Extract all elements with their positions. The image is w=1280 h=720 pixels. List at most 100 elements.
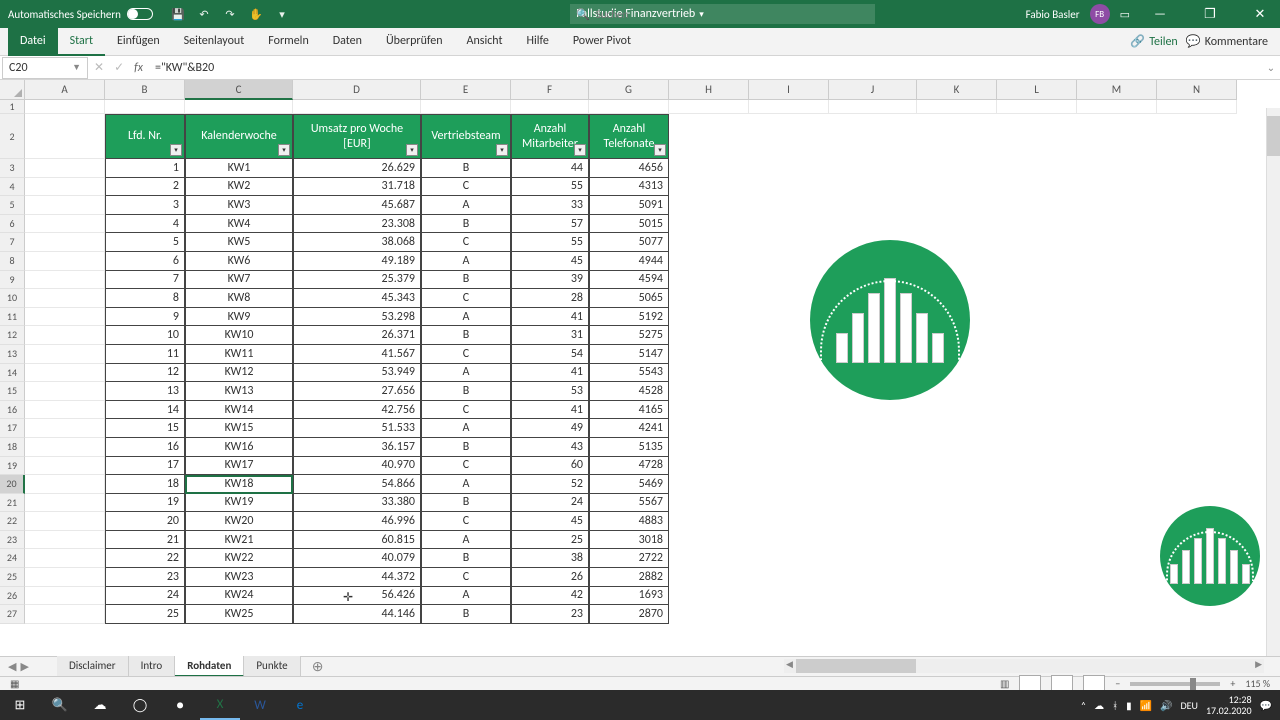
more-icon[interactable]: ▾ [275,7,289,21]
table-cell[interactable]: 28 [511,289,589,308]
table-cell[interactable]: A [421,364,511,383]
table-cell[interactable]: 25 [511,531,589,550]
tab-seitenlayout[interactable]: Seitenlayout [172,28,257,56]
table-cell[interactable]: KW25 [185,605,293,624]
table-cell[interactable]: 26.629 [293,159,421,178]
filter-icon[interactable]: ▾ [278,144,290,156]
table-cell[interactable]: 5543 [589,364,669,383]
ribbon-display-icon[interactable]: ▭ [1120,8,1130,21]
row-header-27[interactable]: 27 [0,605,25,624]
table-cell[interactable]: C [421,568,511,587]
table-cell[interactable]: 51.533 [293,419,421,438]
table-cell[interactable]: KW20 [185,512,293,531]
table-row[interactable]: 18KW1854.866A525469 [25,475,1237,494]
table-cell[interactable]: 56.426 [293,587,421,606]
table-cell[interactable]: 5147 [589,345,669,364]
table-cell[interactable]: KW18 [185,475,293,494]
table-cell[interactable]: 23.308 [293,215,421,234]
table-cell[interactable]: 55 [511,178,589,197]
table-cell[interactable]: A [421,587,511,606]
fx-icon[interactable]: fx [134,61,143,75]
zoom-out-button[interactable]: − [1115,677,1120,690]
filter-icon[interactable]: ▾ [170,144,182,156]
table-cell[interactable]: 5091 [589,196,669,215]
table-cell[interactable]: KW17 [185,457,293,476]
table-cell[interactable]: 53.298 [293,308,421,327]
table-cell[interactable]: 31 [511,326,589,345]
table-cell[interactable]: 2722 [589,549,669,568]
table-row[interactable]: 23KW2344.372C262882 [25,568,1237,587]
row-header-23[interactable]: 23 [0,531,25,550]
row-header-22[interactable]: 22 [0,512,25,531]
table-cell[interactable]: 2882 [589,568,669,587]
table-cell[interactable]: 42.756 [293,401,421,420]
table-cell[interactable]: A [421,475,511,494]
table-cell[interactable]: KW7 [185,271,293,290]
col-header-H[interactable]: H [669,80,749,100]
table-cell[interactable]: 43 [511,438,589,457]
table-cell[interactable]: 23 [105,568,185,587]
table-cell[interactable]: 24 [511,494,589,513]
table-cell[interactable]: KW19 [185,494,293,513]
maximize-button[interactable]: ❐ [1190,0,1230,28]
table-cell[interactable]: 2 [105,178,185,197]
table-cell[interactable]: KW5 [185,233,293,252]
table-cell[interactable]: C [421,178,511,197]
table-cell[interactable]: 8 [105,289,185,308]
table-cell[interactable]: KW10 [185,326,293,345]
table-cell[interactable]: B [421,494,511,513]
table-cell[interactable]: 6 [105,252,185,271]
table-cell[interactable]: KW23 [185,568,293,587]
table-row[interactable]: 21KW2160.815A253018 [25,531,1237,550]
row-header-21[interactable]: 21 [0,494,25,513]
bluetooth-icon[interactable]: ᚼ [1112,699,1118,712]
sheet-tab-intro[interactable]: Intro [129,656,176,677]
table-cell[interactable]: B [421,382,511,401]
table-cell[interactable]: 38.068 [293,233,421,252]
table-cell[interactable]: 7 [105,271,185,290]
notifications-icon[interactable]: 💬 [1260,699,1272,712]
table-cell[interactable]: 24 [105,587,185,606]
table-cell[interactable]: A [421,252,511,271]
col-header-I[interactable]: I [749,80,829,100]
table-cell[interactable]: 17 [105,457,185,476]
table-cell[interactable]: 5015 [589,215,669,234]
col-header-A[interactable]: A [25,80,105,100]
redo-icon[interactable]: ↷ [223,7,237,21]
edge-taskbar-icon[interactable]: e [280,690,320,720]
table-row[interactable]: 1KW126.629B444656 [25,159,1237,178]
tab-ansicht[interactable]: Ansicht [455,28,515,56]
table-cell[interactable]: 33 [511,196,589,215]
table-cell[interactable]: 40.970 [293,457,421,476]
table-cell[interactable]: 5 [105,233,185,252]
table-row[interactable]: 10KW1026.371B315275 [25,326,1237,345]
row-header-25[interactable]: 25 [0,568,25,587]
table-cell[interactable]: A [421,531,511,550]
name-box[interactable]: C20 ▼ [2,57,88,79]
tab-einfügen[interactable]: Einfügen [105,28,172,56]
table-cell[interactable]: 4883 [589,512,669,531]
horizontal-scrollbar[interactable]: ◀ ▶ [784,659,1264,673]
tab-daten[interactable]: Daten [321,28,374,56]
display-settings-icon[interactable]: ▥ [1000,677,1009,690]
table-cell[interactable]: 5192 [589,308,669,327]
table-cell[interactable]: KW13 [185,382,293,401]
table-cell[interactable]: 4728 [589,457,669,476]
table-cell[interactable]: 5065 [589,289,669,308]
task-view-icon[interactable]: ◯ [120,690,160,720]
table-cell[interactable]: 46.996 [293,512,421,531]
row-header-17[interactable]: 17 [0,419,25,438]
table-cell[interactable]: 41.567 [293,345,421,364]
table-cell[interactable]: KW24 [185,587,293,606]
undo-icon[interactable]: ↶ [197,7,211,21]
table-cell[interactable]: 11 [105,345,185,364]
table-cell[interactable]: 14 [105,401,185,420]
table-cell[interactable]: 49.189 [293,252,421,271]
expand-formula-icon[interactable]: ⌄ [1262,61,1280,74]
table-cell[interactable]: KW21 [185,531,293,550]
filter-icon[interactable]: ▾ [496,144,508,156]
table-cell[interactable]: 13 [105,382,185,401]
table-cell[interactable]: 5469 [589,475,669,494]
row-header-26[interactable]: 26 [0,587,25,606]
table-cell[interactable]: KW16 [185,438,293,457]
